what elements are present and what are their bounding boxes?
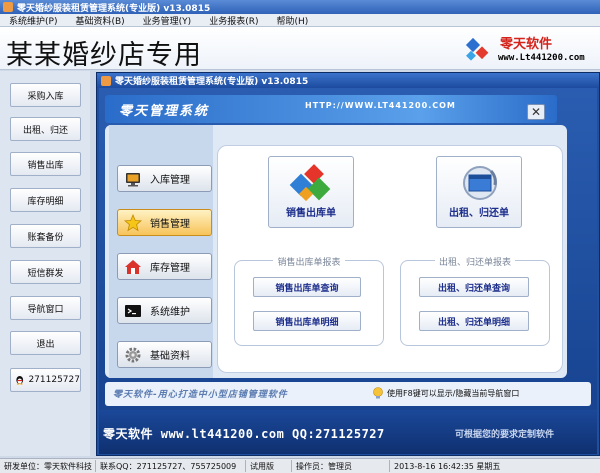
- nav-basic-data[interactable]: 基础资料: [117, 341, 212, 368]
- module-panel: 销售出库单 出租、归还单 销售出库单报表 销售出库单查询 销售出库单明细 出租、…: [217, 145, 563, 373]
- shop-title: 某某婚纱店专用: [6, 40, 202, 71]
- logo-mark-icon: [465, 37, 489, 61]
- refresh-window-icon: [463, 166, 497, 200]
- sidebar-item-purchase-in[interactable]: 采购入库: [10, 83, 81, 107]
- sidebar-item-sales-out[interactable]: 销售出库: [10, 152, 81, 176]
- app-icon: [3, 2, 13, 12]
- lightbulb-icon: [373, 387, 383, 399]
- close-button[interactable]: ✕: [527, 104, 545, 120]
- window-title: 零天婚纱服装租赁管理系统(专业版) v13.0815: [17, 3, 211, 14]
- system-brand: 零天管理系统: [119, 104, 210, 119]
- sidebar-item-stock-detail[interactable]: 库存明细: [10, 188, 81, 212]
- dialog-body: 零天管理系统 HTTP://WWW.LT441200.COM ✕ 入库管理 销售…: [99, 88, 597, 454]
- qq-number: 271125727: [28, 375, 80, 385]
- dialog-title: 零天婚纱服装租赁管理系统(专业版) v13.0815: [115, 77, 309, 87]
- contact-strip: 零天软件 www.lt441200.com QQ:271125727 可根据您的…: [99, 410, 597, 454]
- sidebar-item-backup[interactable]: 账套备份: [10, 224, 81, 248]
- logo-url: www.Lt441200.com: [498, 53, 585, 63]
- sidebar-item-exit[interactable]: 退出: [10, 331, 81, 355]
- status-edition: 试用版: [246, 460, 292, 472]
- window-titlebar: 零天婚纱服装租赁管理系统(专业版) v13.0815: [0, 0, 600, 14]
- status-bar: 研发单位：零天软件科技 联系QQ：271125727、755725009 试用版…: [0, 458, 600, 473]
- sales-out-query-button[interactable]: 销售出库单查询: [253, 277, 361, 297]
- nav-sales[interactable]: 销售管理: [117, 209, 212, 236]
- system-url: HTTP://WWW.LT441200.COM: [305, 101, 456, 110]
- status-contact-qq: 联系QQ：271125727、755725009: [96, 460, 246, 472]
- menu-bar: 系统维护(P) 基础资料(B) 业务管理(Y) 业务报表(R) 帮助(H): [0, 14, 600, 27]
- menu-reports[interactable]: 业务报表(R): [200, 14, 267, 27]
- status-datetime: 2013-8-16 16:42:35 星期五: [394, 461, 501, 471]
- sales-out-order-button[interactable]: 销售出库单: [268, 156, 354, 228]
- dialog-header: 零天管理系统 HTTP://WWW.LT441200.COM: [105, 95, 557, 123]
- home-icon: [125, 259, 141, 274]
- logo-name: 零天软件: [500, 37, 553, 52]
- navigator-dialog: 零天婚纱服装租赁管理系统(专业版) v13.0815 零天管理系统 HTTP:/…: [96, 72, 600, 456]
- dialog-app-icon: [101, 75, 111, 86]
- slogan: 零天软件-用心打造中小型店铺管理软件: [113, 390, 288, 400]
- menu-basic-data[interactable]: 基础资料(B): [66, 14, 133, 27]
- monitor-icon: [126, 172, 140, 186]
- terminal-icon: [125, 304, 141, 317]
- banner: 某某婚纱店专用 零天软件 www.Lt441200.com: [0, 27, 600, 71]
- nav-system-maint[interactable]: 系统维护: [117, 297, 212, 324]
- nav-stock-in-label: 入库管理: [150, 175, 190, 186]
- nav-inventory-label: 库存管理: [150, 263, 190, 274]
- f8-tip: 使用F8键可以显示/隐藏当前导航窗口: [387, 389, 520, 398]
- star-icon: [124, 213, 142, 231]
- nav-inventory[interactable]: 库存管理: [117, 253, 212, 280]
- gear-icon: [125, 347, 141, 362]
- status-operator: 操作员：管理员: [292, 460, 390, 472]
- rent-return-query-button[interactable]: 出租、归还单查询: [419, 277, 529, 297]
- nav-basic-data-label: 基础资料: [150, 351, 190, 362]
- nav-stock-in[interactable]: 入库管理: [117, 165, 212, 192]
- rent-return-order-label: 出租、归还单: [449, 208, 509, 219]
- sales-report-group: 销售出库单报表 销售出库单查询 销售出库单明细: [234, 258, 384, 346]
- qq-penguin-icon: [16, 375, 24, 385]
- dialog-titlebar: 零天婚纱服装租赁管理系统(专业版) v13.0815: [97, 73, 599, 88]
- menu-business[interactable]: 业务管理(Y): [134, 14, 201, 27]
- sales-report-title: 销售出库单报表: [273, 258, 345, 268]
- dialog-content: 入库管理 销售管理 库存管理 系统维护 基础资料 销售出库单 出租、归还单 销售…: [105, 125, 567, 378]
- sidebar-item-sms[interactable]: 短信群发: [10, 260, 81, 284]
- rent-return-detail-button[interactable]: 出租、归还单明细: [419, 311, 529, 331]
- sidebar-item-rent-return[interactable]: 出租、归还: [10, 117, 81, 141]
- blocks-icon: [289, 164, 331, 202]
- menu-system[interactable]: 系统维护(P): [0, 14, 66, 27]
- sidebar-item-navigator[interactable]: 导航窗口: [10, 296, 81, 320]
- contact-info: 零天软件 www.lt441200.com QQ:271125727: [103, 427, 385, 441]
- menu-help[interactable]: 帮助(H): [267, 14, 317, 27]
- status-developer: 研发单位：零天软件科技: [0, 460, 96, 472]
- rent-return-order-button[interactable]: 出租、归还单: [436, 156, 522, 228]
- dialog-footer: 零天软件-用心打造中小型店铺管理软件 使用F8键可以显示/隐藏当前导航窗口: [105, 382, 591, 406]
- qq-contact-button[interactable]: 271125727: [10, 368, 81, 392]
- sidebar: 采购入库 出租、归还 销售出库 库存明细 账套备份 短信群发 导航窗口 退出 2…: [0, 71, 90, 456]
- rent-report-group: 出租、归还单报表 出租、归还单查询 出租、归还单明细: [400, 258, 550, 346]
- sales-out-detail-button[interactable]: 销售出库单明细: [253, 311, 361, 331]
- marquee-text: 可根据您的要求定制软件: [455, 430, 555, 440]
- company-logo: 零天软件 www.Lt441200.com: [462, 31, 592, 67]
- nav-sales-label: 销售管理: [150, 219, 190, 230]
- nav-system-maint-label: 系统维护: [150, 307, 190, 318]
- sales-out-order-label: 销售出库单: [286, 208, 336, 219]
- close-icon: ✕: [530, 105, 542, 119]
- module-nav: 入库管理 销售管理 库存管理 系统维护 基础资料: [109, 125, 213, 378]
- rent-report-title: 出租、归还单报表: [434, 258, 515, 268]
